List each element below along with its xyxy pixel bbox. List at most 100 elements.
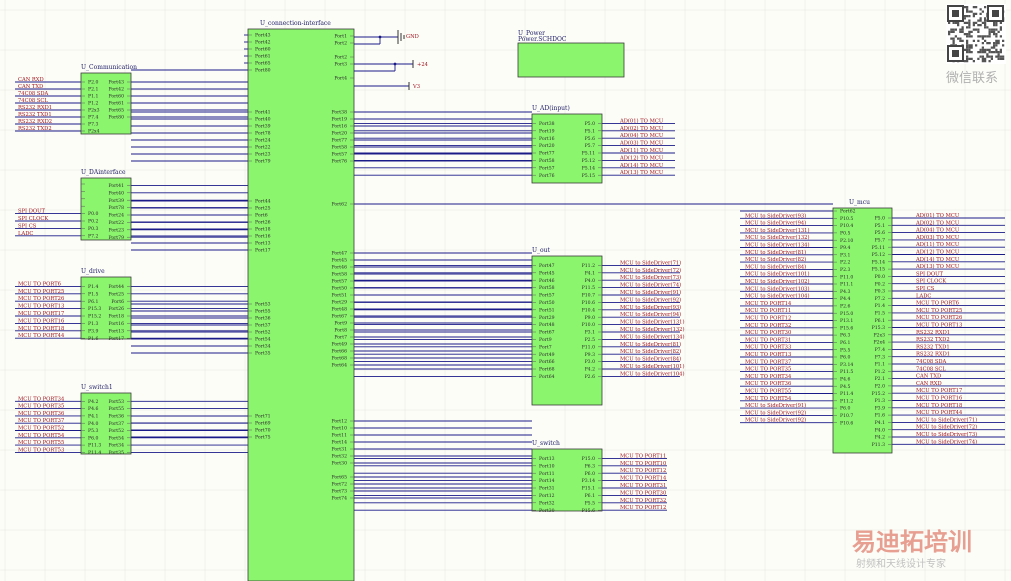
mcu-net-label: AD(13) TO MCU [915,263,960,270]
ad-title: U_AD(input) [532,105,570,112]
out-net-label: MCU to SideDriver(91) [620,289,681,296]
brand-tagline: 射频和天线设计专家 [856,557,946,570]
ad-pin-label: P5.6 [585,136,595,142]
switch1-net-label: MCU TO PORT34 [18,396,65,402]
drive-pin-label: P3.9 [88,328,98,334]
out-pin-label: P10.4 [582,307,595,313]
communication-net-label: 74C08 SDA [18,91,49,97]
dainterface-pin-label: Port23 [108,227,124,233]
mcu-pin-label: P9.4 [840,245,850,251]
mcu-pin-label: P5.5 [840,347,850,353]
switch-net-label: MCU TO PORT32 [620,498,666,504]
mcu-net-label: MCU to SideDriver(92) [745,409,806,416]
ad-net-label: AD(12) TO MCU [619,154,664,161]
out-pin-label: P11.5 [582,285,595,291]
mcu-pin-label: P5.11 [872,245,885,251]
mcu-pin-label: P11.0 [840,274,853,280]
out-net-label: MCU to SideDriver(82) [620,348,681,355]
dainterface-pin-label: Port40 [108,190,124,196]
mcu-net-label: RS232 TXD1 [916,344,950,350]
mcu-net-label: SPI CS [916,286,935,292]
mcu-net-label: MCU to SideDriver(101) [745,271,810,278]
conn-pin-label: Port30 [331,461,347,467]
conn-component[interactable]: U_connection-interface Port43Port42Port60… [247,20,355,581]
ad-net-label: AD(04) TO MCU [619,132,664,139]
switch1-title: U_switch1 [81,384,113,391]
conn-pin-label: Port2 [334,55,347,61]
switch-pin-label: P6.3 [585,463,595,469]
switch-pin-label: Port30 [539,508,555,514]
switch1-net-label: MCU TO PORT52 [18,426,64,432]
switch1-pin-label: P4.0 [88,421,98,427]
communication-pin-label: Port61 [108,101,124,107]
mcu-pin-label: P2.3 [840,267,850,273]
out-pin-label: Port29 [539,315,555,321]
mcu-pin-label: P4.1 [875,420,885,426]
conn-pin-label: Port61 [255,54,271,60]
mcu-pin-label: P11.3 [872,442,885,448]
mcu-net-label: MCU to SideDriver(91) [745,402,806,409]
out-pin-label: P11.2 [582,263,595,269]
communication-net-label: 74C08 SCL [18,98,48,104]
conn-pin-label: Port48 [331,307,347,313]
conn-pin-label: Port13 [255,241,271,247]
plus24-label: +24 [417,62,429,68]
drive-pin-label: Port44 [108,284,124,290]
mcu-pin-label: P0.2 [875,281,885,287]
mcu-title: U_mcu [849,199,870,206]
drive-net-label: MCU TO PORT25 [18,289,64,295]
out-pin-label: P2.6 [585,374,595,380]
ad-pin-label: Port16 [539,136,555,142]
conn-pin-label: Port52 [255,330,271,336]
component-layer: U_connection-interfacePort43Port42Port60… [18,20,977,581]
out-pin-label: P2.5 [585,337,595,343]
out-pin-label: Port57 [539,293,555,299]
ad-net-label: AD(13) TO MCU [619,169,664,176]
switch-pin-label: P15.6 [582,508,595,514]
qr-caption: 微信联系 [946,71,998,86]
dainterface-component[interactable]: U_DAinterface P0.0 SPI DOUT P0.2 SPI CLOCK P0… [18,169,132,241]
conn-pin-label: Port75 [255,435,271,441]
communication-net-label: CAN TXD [18,84,43,90]
out-component[interactable]: U_outPort47Port45Port46Port58Port57Port5… [531,247,685,406]
switch1-pin-label: Port52 [108,428,124,434]
conn-pin-label: Port70 [255,428,271,434]
switch-title: U_switch [532,440,560,447]
power-sheet[interactable]: U_Power Power.SCHDOC [517,30,625,78]
drive-net-label: MCU TO PORT13 [18,304,64,310]
communication-net-label: RS232 RXD2 [18,119,52,125]
communication-net-label: CAN RXD [18,77,44,83]
mcu-pin-label: P10.4 [840,223,853,229]
ad-component[interactable]: U_AD(input) Port38Port19 Port16Port20 Port7… [531,105,664,184]
mcu-net-label: MCU TO PORT33 [745,345,791,351]
out-pin-label: Port50 [539,300,555,306]
switch-component[interactable]: U_switchPort13Port10Port11Port14Port31Po… [531,440,667,514]
switch1-pin-label: Port35 [108,450,124,456]
dainterface-pin-label: P0.0 [88,211,98,217]
dainterface-pin-label: Port79 [108,235,124,241]
switch1-pin-label: P4.2 [88,399,98,405]
mcu-net-label: MCU TO PORT30 [745,330,791,336]
mcu-pin-label: P1.5 [875,311,885,317]
mcu-component[interactable]: U_mcu Port62P10.5 MCU to SideDriver(93) P10… [745,199,977,454]
communication-pin-label: Port80 [108,115,124,121]
mcu-pin-label: P4.4 [840,296,850,302]
conn-pin-label: Port41 [255,110,271,116]
mcu-net-label: MCU to SideDriver(131) [745,227,810,234]
out-pin-label: Port47 [539,263,555,269]
out-net-label: MCU to SideDriver(84) [620,356,681,363]
conn-pin-label: Port19 [331,117,347,123]
drive-net-label: MCU TO PORT17 [18,311,64,317]
mcu-net-label: MCU TO PORT16 [916,396,962,402]
ad-pin-label: P5.1 [585,128,595,134]
mcu-pin-label: P2.2 [840,260,850,266]
conn-pin-label: Port8 [334,328,347,334]
power-sheet-box [517,42,625,78]
out-pin-label: Port58 [539,285,555,291]
drive-pin-label: P6.1 [88,299,98,305]
mcu-net-label: MCU to SideDriver(134) [745,242,810,249]
switch-net-label: MCU TO PORT12 [620,505,666,511]
qr-code-icon [946,4,1006,64]
out-pin-label: P4.0 [585,278,595,284]
ad-pin-label: P5.11 [582,151,595,157]
